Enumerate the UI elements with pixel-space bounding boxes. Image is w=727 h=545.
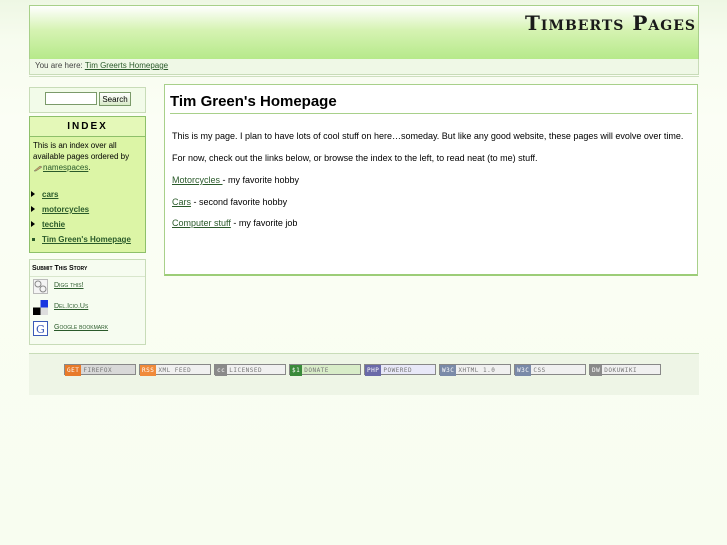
badge-label: XML FEED <box>158 367 192 374</box>
list-item: Motorcycles - my favorite hobby <box>172 173 694 188</box>
badge-label: DOKUWIKI <box>604 367 638 374</box>
google-icon: G <box>33 321 48 336</box>
link-description: - my favorite hobby <box>222 175 300 185</box>
triangle-right-icon <box>31 191 35 197</box>
badge-tag: $1 <box>290 365 303 376</box>
w3c-xhtml-badge[interactable]: W3C XHTML 1.0 <box>439 364 511 376</box>
index-description: This is an index over all available page… <box>30 137 145 173</box>
digg-icon <box>33 279 48 294</box>
badge-label: LICENSED <box>229 367 263 374</box>
triangle-right-icon <box>31 206 35 212</box>
site-header: Timberts Pages <box>29 5 699 60</box>
delicious-link[interactable]: Del.Icio.Us <box>54 303 88 310</box>
instruction-paragraph: For now, check out the links below, or b… <box>172 153 538 163</box>
page-body: This is my page. I plan to have lots of … <box>172 129 694 238</box>
link-description: - second favorite hobby <box>191 196 288 207</box>
badge-label: POWERED <box>383 367 413 374</box>
list-item: Tim Green's Homepage <box>30 232 145 247</box>
footer: GET FIREFOX RSS XML FEED cc LICENSED $1 DONATE P… <box>29 353 699 395</box>
breadcrumb-link[interactable]: Tim Greerts Homepage <box>85 61 168 70</box>
site-title[interactable]: Timberts Pages <box>525 11 696 35</box>
index-link-homepage[interactable]: Tim Green's Homepage <box>42 232 131 247</box>
php-powered-badge[interactable]: PHP POWERED <box>364 364 436 376</box>
badge-tag: PHP <box>365 365 382 376</box>
list-item: techie <box>30 217 145 232</box>
intro-paragraph: This is my page. I plan to have lots of … <box>172 131 684 141</box>
cc-licensed-badge[interactable]: cc LICENSED <box>214 364 286 376</box>
badge-tag: RSS <box>140 365 157 376</box>
badge-tag: W3C <box>440 365 457 376</box>
index-list: cars motorcycles techie Tim Green's Home… <box>30 187 145 247</box>
link-description: - my favorite job <box>230 218 298 228</box>
badge-bar: GET FIREFOX RSS XML FEED cc LICENSED $1 DONATE P… <box>64 364 664 376</box>
index-desc-text: This is an index over all available page… <box>33 141 130 161</box>
dokuwiki-badge[interactable]: DW DOKUWIKI <box>589 364 661 376</box>
w3c-css-badge[interactable]: W3C CSS <box>514 364 586 376</box>
computer-stuff-link[interactable]: Computer stuff <box>172 218 231 228</box>
list-item: cars <box>30 187 145 202</box>
badge-label: XHTML 1.0 <box>458 367 496 374</box>
submit-item: G Google bookmark <box>30 319 145 340</box>
list-item: Computer stuff - my favorite job <box>172 216 694 231</box>
submit-title: Submit This Story <box>30 260 145 277</box>
badge-tag: W3C <box>515 365 532 376</box>
badge-label: CSS <box>533 367 546 374</box>
delicious-icon <box>33 300 48 315</box>
index-title: INDEX <box>30 117 145 137</box>
index-link-techie[interactable]: techie <box>42 217 65 232</box>
index-desc-suffix: . <box>88 163 91 172</box>
index-link-cars[interactable]: cars <box>42 187 58 202</box>
list-item: motorcycles <box>30 202 145 217</box>
badge-tag: cc <box>215 365 228 376</box>
badge-label: DONATE <box>304 367 329 374</box>
badge-tag: GET <box>65 365 82 376</box>
get-firefox-badge[interactable]: GET FIREFOX <box>64 364 136 376</box>
cars-link[interactable]: Cars <box>172 197 191 207</box>
pencil-icon <box>33 164 43 172</box>
namespaces-link[interactable]: namespaces <box>43 163 88 172</box>
rss-feed-badge[interactable]: RSS XML FEED <box>139 364 211 376</box>
page-title: Tim Green's Homepage <box>170 93 692 114</box>
submit-item: Del.Icio.Us <box>30 298 145 319</box>
google-bookmark-link[interactable]: Google bookmark <box>54 324 108 331</box>
main-content: Tim Green's Homepage This is my page. I … <box>164 84 698 276</box>
search-box: Search <box>29 87 146 113</box>
donate-badge[interactable]: $1 DONATE <box>289 364 361 376</box>
submit-story-panel: Submit This Story Digg this! Del.Icio.Us… <box>29 259 146 345</box>
divider <box>29 76 699 77</box>
submit-item: Digg this! <box>30 277 145 298</box>
index-panel: INDEX This is an index over all availabl… <box>29 116 146 253</box>
digg-link[interactable]: Digg this! <box>54 282 84 289</box>
search-input[interactable] <box>45 92 97 105</box>
badge-tag: DW <box>590 365 603 376</box>
badge-label: FIREFOX <box>83 367 113 374</box>
index-link-motorcycles[interactable]: motorcycles <box>42 202 89 217</box>
motorcycles-link[interactable]: Motorcycles <box>172 175 223 185</box>
list-item: Cars - second favorite hobby <box>172 195 694 210</box>
breadcrumb: You are here: Tim Greerts Homepage <box>29 59 699 75</box>
search-button[interactable]: Search <box>99 92 131 106</box>
triangle-right-icon <box>31 221 35 227</box>
breadcrumb-prefix: You are here: <box>35 61 83 70</box>
bullet-icon <box>32 238 35 241</box>
svg-text:G: G <box>36 323 45 336</box>
